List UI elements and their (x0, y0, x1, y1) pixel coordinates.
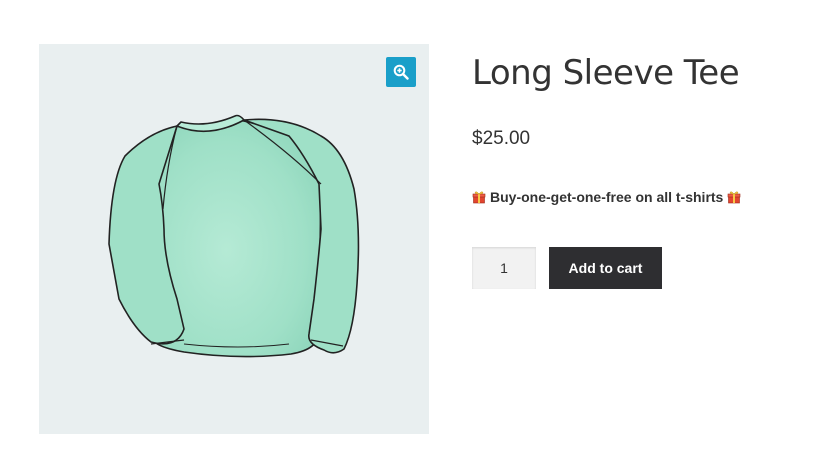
product-image[interactable] (39, 44, 429, 434)
product-price: $25.00 (472, 128, 531, 149)
zoom-button[interactable] (386, 57, 416, 87)
gift-icon (728, 191, 741, 204)
product-page: Long Sleeve Tee $25.00 Buy-one-get-one-f… (0, 0, 820, 476)
zoom-in-icon (393, 64, 409, 80)
product-gallery (39, 44, 429, 434)
product-title: Long Sleeve Tee (472, 53, 740, 93)
add-to-cart-button[interactable]: Add to cart (549, 247, 662, 289)
promo-text: Buy-one-get-one-free on all t-shirts (490, 189, 724, 205)
gift-icon (472, 191, 486, 204)
promo-message: Buy-one-get-one-free on all t-shirts (472, 189, 741, 205)
quantity-input[interactable] (472, 247, 536, 289)
